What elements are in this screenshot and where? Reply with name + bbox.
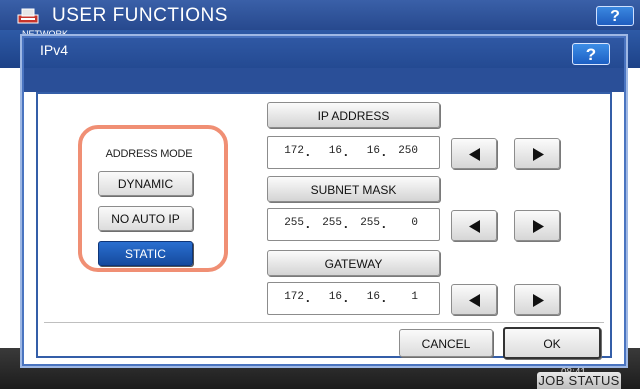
gateway-right-arrow-button[interactable]: [514, 284, 560, 315]
left-arrow-icon: [469, 294, 480, 307]
subnet-mask-label-button[interactable]: SUBNET MASK: [267, 176, 440, 202]
no-auto-ip-button[interactable]: NO AUTO IP: [98, 206, 193, 231]
octet-separator: .: [306, 290, 310, 305]
octet-separator: .: [344, 216, 348, 231]
ip-left-arrow-button[interactable]: [451, 138, 497, 169]
ip-octet-3: 16: [366, 145, 380, 157]
cancel-button[interactable]: CANCEL: [399, 329, 493, 357]
ok-button[interactable]: OK: [503, 327, 601, 359]
dialog-title-bar: [24, 38, 624, 68]
ip-right-arrow-button[interactable]: [514, 138, 560, 169]
dialog-help-button[interactable]: ?: [572, 43, 610, 65]
ip-octet-4: 250: [398, 145, 418, 157]
right-arrow-icon: [533, 148, 544, 161]
ip-address-field[interactable]: 172 . 16 . 16 . 250: [267, 136, 440, 169]
ip-address-label-button[interactable]: IP ADDRESS: [267, 102, 440, 128]
app-help-button[interactable]: ?: [596, 6, 634, 26]
dialog-divider: [44, 322, 604, 323]
left-arrow-icon: [469, 148, 480, 161]
dialog-header-stripe: [24, 68, 624, 92]
subnet-octet-2: 255: [322, 217, 342, 229]
right-arrow-icon: [533, 294, 544, 307]
gateway-field[interactable]: 172 . 16 . 16 . 1: [267, 282, 440, 315]
gateway-octet-1: 172: [284, 291, 304, 303]
printer-logo-icon: [16, 7, 42, 25]
job-status-button[interactable]: JOB STATUS: [537, 372, 621, 389]
subnet-left-arrow-button[interactable]: [451, 210, 497, 241]
subnet-octet-3: 255: [360, 217, 380, 229]
ip-octet-2: 16: [328, 145, 342, 157]
right-arrow-icon: [533, 220, 544, 233]
address-mode-label: ADDRESS MODE: [105, 148, 193, 160]
static-button[interactable]: STATIC: [98, 241, 193, 266]
dialog-title: IPv4: [40, 42, 69, 58]
octet-separator: .: [382, 144, 386, 159]
octet-separator: .: [344, 290, 348, 305]
left-arrow-icon: [469, 220, 480, 233]
octet-separator: .: [382, 216, 386, 231]
ip-octet-1: 172: [284, 145, 304, 157]
subnet-octet-1: 255: [284, 217, 304, 229]
octet-separator: .: [382, 290, 386, 305]
octet-separator: .: [306, 144, 310, 159]
octet-separator: .: [306, 216, 310, 231]
subnet-octet-4: 0: [411, 217, 418, 229]
dynamic-button[interactable]: DYNAMIC: [98, 171, 193, 196]
gateway-label-button[interactable]: GATEWAY: [267, 250, 440, 276]
gateway-octet-4: 1: [411, 291, 418, 303]
octet-separator: .: [344, 144, 348, 159]
gateway-octet-2: 16: [328, 291, 342, 303]
subnet-right-arrow-button[interactable]: [514, 210, 560, 241]
subnet-mask-field[interactable]: 255 . 255 . 255 . 0: [267, 208, 440, 241]
app-title: USER FUNCTIONS: [52, 5, 228, 26]
gateway-left-arrow-button[interactable]: [451, 284, 497, 315]
gateway-octet-3: 16: [366, 291, 380, 303]
